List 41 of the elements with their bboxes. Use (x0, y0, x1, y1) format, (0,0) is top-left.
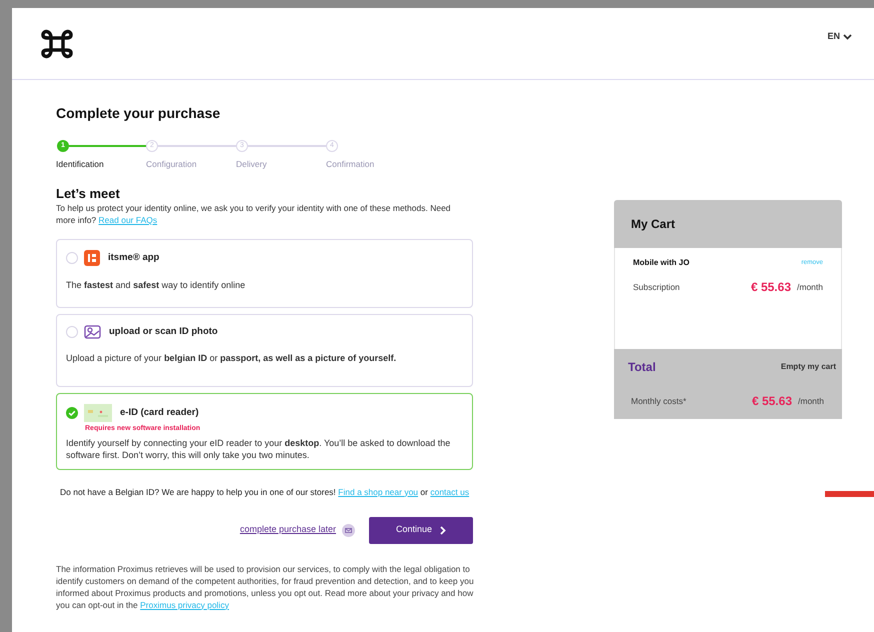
legal-text: The information Proximus retrieves will be used to provision our services, to comply with the legal obligation to identify customers on demand of the competent authorities, for fraud prevention and detection, and to keep you informed about Proximus products and promotions, unless you opt out. Read more about your privacy and how you can opt-out in the Proximus privacy policy (56, 562, 475, 610)
continue-button[interactable]: Continue (369, 516, 473, 544)
app-logo-icon (84, 250, 100, 266)
step-label: Identification (56, 158, 104, 171)
method-title: e-ID (card reader) (120, 406, 199, 420)
step-label: Configuration (146, 158, 197, 171)
method-description: Upload a picture of your belgian ID or passport, as well as a picture of yourself. (66, 352, 398, 364)
empty-cart-link[interactable]: Empty my cart (780, 361, 836, 373)
save-later-link[interactable]: complete purchase later (240, 523, 336, 537)
check-icon[interactable] (66, 407, 78, 419)
section-heading: Let’s meet (56, 186, 121, 202)
product-name: Mobile with JO (633, 257, 690, 269)
method-description: Identify yourself by connecting your eID reader to your desktop. You’ll be asked to download the software first. Don’t worry, this will only take you two minutes. (66, 436, 452, 460)
language-selector[interactable]: EN (827, 30, 852, 44)
method-card[interactable] (56, 393, 473, 470)
total-title: Total (628, 359, 656, 376)
step-label: Delivery (236, 158, 267, 171)
method-description: The fastest and safest way to identify online (66, 278, 246, 291)
radio-button[interactable] (66, 326, 78, 338)
line-period: /month (797, 280, 823, 294)
method-title: itsme® app (108, 250, 160, 265)
image-icon (84, 324, 101, 339)
id-card-icon (84, 404, 112, 422)
total-price: € 55.63 (752, 393, 792, 410)
step-label: Confirmation (326, 158, 374, 171)
chevron-right-icon (440, 526, 446, 534)
radio-button[interactable] (66, 252, 78, 264)
total-period: /month (798, 394, 824, 408)
method-card[interactable]: upload or scan ID photo Upload a picture of your belgian ID or passport, as well as a picture of yourself. (56, 314, 473, 387)
total-label: Monthly costs* (631, 394, 688, 408)
line-price: € 55.63 (750, 279, 791, 296)
intro-text: To help us protect your identity online, we ask you to verify your identity with one of these methods. Need more info? Read our FAQs (56, 202, 452, 226)
chevron-down-icon (843, 34, 852, 40)
envelope-icon (342, 524, 355, 536)
method-card[interactable]: itsme® app The fastest and safest way to identify online (56, 238, 473, 308)
method-title: upload or scan ID photo (109, 324, 218, 339)
line-label: Subscription (633, 280, 681, 294)
page-title: Complete your purchase (56, 104, 222, 122)
help-text: Do not have a Belgian ID? We are happy to help you in one of our stores! Find a shop near you or contact us (60, 486, 470, 498)
accent-bar (825, 491, 874, 497)
cart-title: My Cart (631, 216, 676, 233)
